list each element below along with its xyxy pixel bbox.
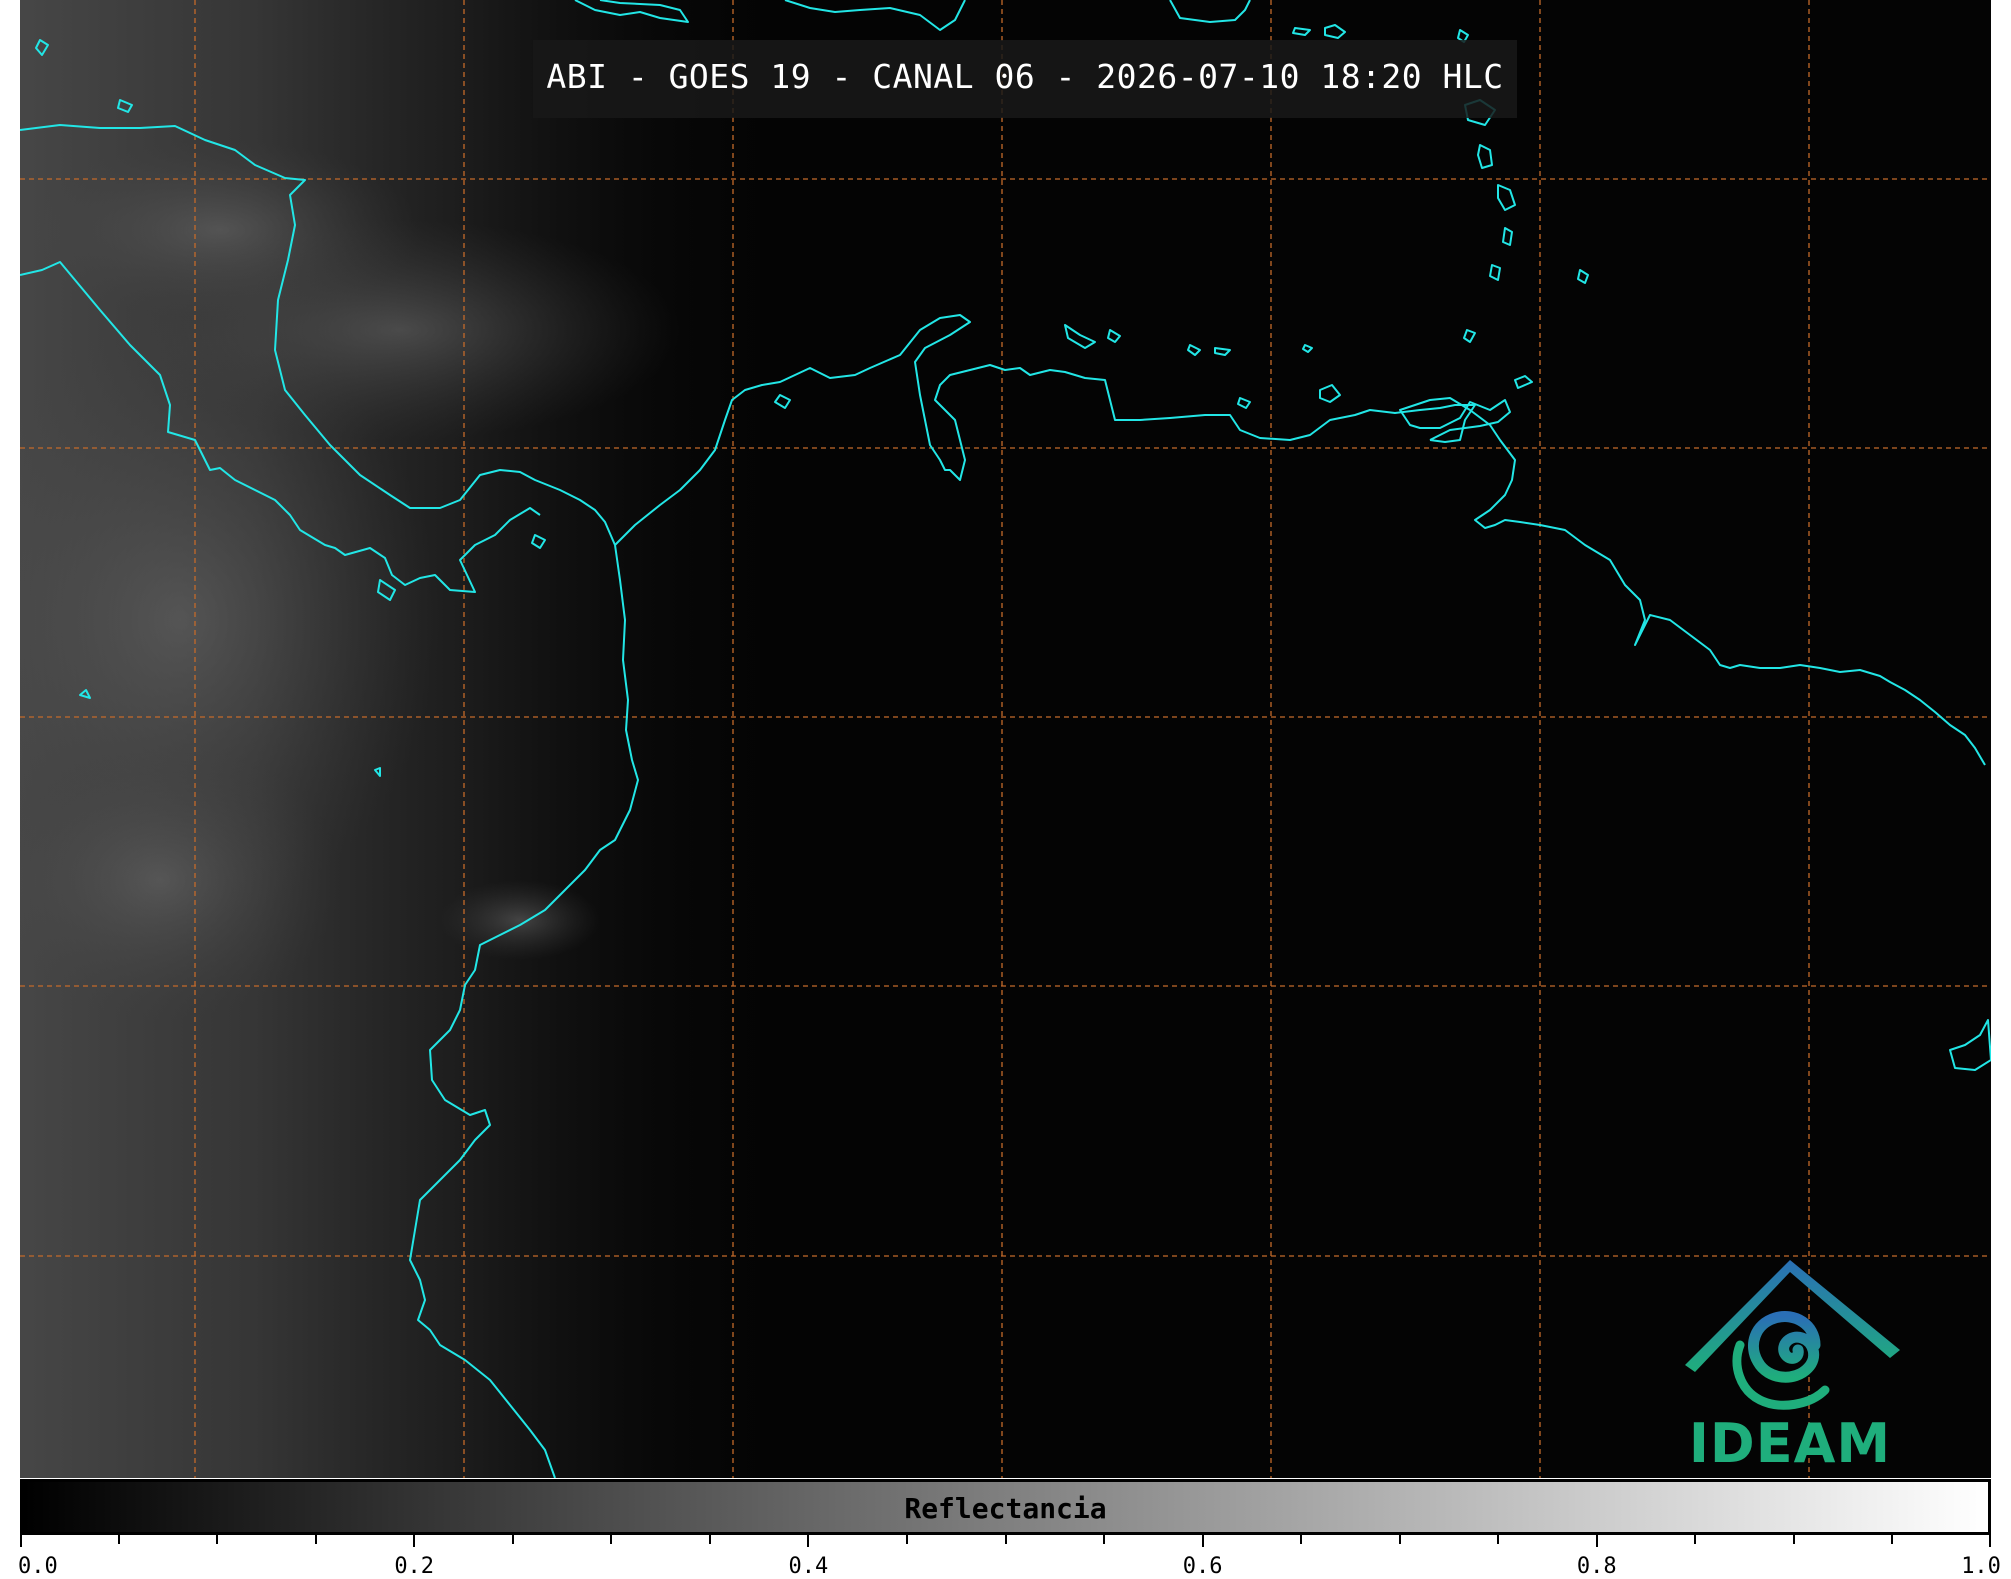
title-box: ABI - GOES 19 - CANAL 06 - 2026-07-10 18…	[533, 40, 1517, 118]
colorbar-minor-tick	[1792, 1535, 1795, 1544]
colorbar-minor-tick	[1497, 1535, 1500, 1544]
colorbar-minor-tick	[708, 1535, 711, 1544]
colorbar-minor-tick	[1103, 1535, 1106, 1544]
colorbar-minor-tick	[1004, 1535, 1007, 1544]
colorbar-ticks: 0.0 0.2 0.4 0.6 0.8 1.0	[18, 1535, 2001, 1579]
colorbar-major-tick	[1989, 1535, 1991, 1547]
colorbar-minor-tick	[1398, 1535, 1401, 1544]
colorbar-tick-label: 0.0	[18, 1554, 58, 1579]
ideam-logo-text: IDEAM	[1688, 1412, 1892, 1475]
colorbar-major-tick	[1201, 1535, 1204, 1547]
colorbar-major-tick	[807, 1535, 810, 1547]
satellite-map: ABI - GOES 19 - CANAL 06 - 2026-07-10 18…	[20, 0, 1991, 1478]
ideam-logo: IDEAM	[1670, 1250, 1910, 1475]
colorbar-major-tick	[1595, 1535, 1598, 1547]
colorbar-minor-tick	[1891, 1535, 1894, 1544]
colorbar-major-tick	[20, 1535, 22, 1547]
colorbar-minor-tick	[905, 1535, 908, 1544]
map-title: ABI - GOES 19 - CANAL 06 - 2026-07-10 18…	[546, 57, 1504, 96]
colorbar-label: Reflectancia	[904, 1492, 1107, 1525]
colorbar: Reflectancia	[20, 1479, 1991, 1535]
colorbar-minor-tick	[1694, 1535, 1697, 1544]
colorbar-tick-label: 0.2	[394, 1554, 435, 1579]
colorbar-major-tick	[413, 1535, 416, 1547]
colorbar-tick-label: 0.6	[1182, 1554, 1223, 1579]
cloud-mass	[20, 140, 420, 320]
colorbar-minor-tick	[1300, 1535, 1303, 1544]
colorbar-minor-tick	[117, 1535, 120, 1544]
colorbar-minor-tick	[216, 1535, 219, 1544]
colorbar-tick-label: 0.8	[1576, 1554, 1617, 1579]
colorbar-tick-label: 1.0	[1961, 1554, 2001, 1579]
colorbar-minor-tick	[314, 1535, 317, 1544]
ideam-emblem-icon	[1685, 1260, 1900, 1410]
colorbar-tick-label: 0.4	[788, 1554, 829, 1579]
colorbar-minor-tick	[511, 1535, 514, 1544]
colorbar-minor-tick	[610, 1535, 613, 1544]
